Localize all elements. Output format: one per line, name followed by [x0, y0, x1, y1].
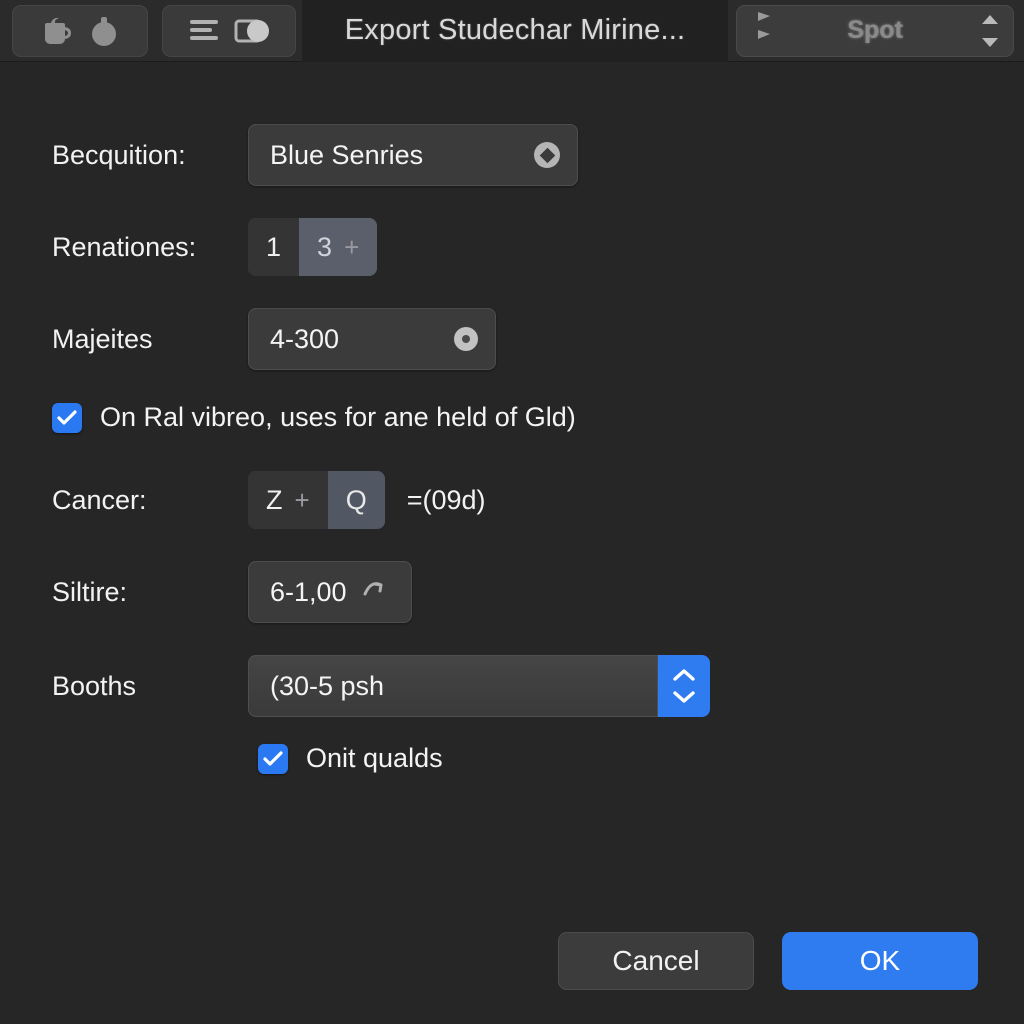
page-title: Export Studechar Mirine...: [344, 14, 686, 46]
segment-renationes-1[interactable]: 1: [248, 218, 300, 276]
toolbar-group-left[interactable]: [12, 4, 148, 57]
checkbox-vibreo[interactable]: [52, 402, 82, 433]
label-majeites: Majeites: [52, 323, 153, 354]
form-row-renationes: Renationes: 1 3 +: [0, 218, 1024, 276]
checkbox-row-qualds[interactable]: Onit qualds: [0, 743, 1024, 774]
form-row-becquition: Becquition: Blue Senries: [0, 124, 1024, 186]
checkbox-qualds-label: Onit qualds: [306, 743, 443, 773]
dialog-footer: Cancel OK: [0, 870, 1024, 990]
list-lines-icon[interactable]: [188, 17, 220, 45]
label-siltire: Siltire:: [52, 576, 128, 607]
flag-marker-icon: [754, 8, 776, 53]
chevron-up-icon: [673, 669, 695, 681]
label-becquition: Becquition:: [52, 139, 186, 170]
form-row-majeites: Majeites 4-300: [0, 308, 1024, 370]
checkbox-vibreo-label: On Ral vibreo, uses for ane held of Gld): [100, 402, 576, 432]
toolbar-spot-stepper[interactable]: Spot: [736, 4, 1014, 57]
label-renationes: Renationes:: [52, 231, 197, 262]
segment-label: 1: [266, 231, 282, 262]
plus-icon: +: [294, 484, 310, 515]
toolbar-spot-label: Spot: [847, 16, 903, 44]
segment-renationes-2[interactable]: 3 +: [299, 218, 378, 276]
booths-value: (30-5 psh: [270, 670, 385, 701]
disclosure-diamond-icon[interactable]: [534, 142, 560, 168]
toolbar-group-view[interactable]: [162, 4, 296, 57]
becquition-dropdown[interactable]: Blue Senries: [248, 124, 578, 186]
segment-label: 3: [317, 231, 333, 262]
caret-up-icon[interactable]: [982, 14, 998, 24]
form-row-siltire: Siltire: 6-1,00: [0, 561, 1024, 623]
booths-stepper[interactable]: [658, 655, 710, 717]
cancel-button[interactable]: Cancel: [558, 932, 754, 990]
form-row-booths: Booths (30-5 psh: [0, 655, 1024, 717]
ok-button[interactable]: OK: [782, 932, 978, 990]
radio-dot-icon[interactable]: [454, 327, 478, 351]
dialog-button-bar: Cancel OK: [558, 932, 978, 990]
cancer-segmented-control[interactable]: Z + Q: [248, 471, 385, 529]
label-cancer: Cancer:: [52, 484, 147, 515]
majeites-dropdown[interactable]: 4-300: [248, 308, 496, 370]
booths-field-group[interactable]: (30-5 psh: [248, 655, 710, 717]
checkbox-row-vibreo[interactable]: On Ral vibreo, uses for ane held of Gld): [0, 402, 1024, 433]
cancer-suffix-text: =(09d): [406, 484, 486, 515]
window-titlebar: Export Studechar Mirine... Spot: [0, 0, 1024, 62]
segment-label: Q: [345, 484, 367, 515]
renationes-segmented-control[interactable]: 1 3 +: [248, 218, 378, 276]
curved-arrow-icon[interactable]: [361, 576, 387, 609]
becquition-value: Blue Senries: [270, 139, 424, 170]
contrast-toggle-icon[interactable]: [234, 17, 270, 45]
checkbox-qualds[interactable]: [258, 743, 288, 774]
segment-cancer-1[interactable]: Z +: [248, 471, 328, 529]
export-settings-form: Becquition: Blue Senries Renationes: 1 3…: [0, 62, 1024, 990]
toolbar-spot-arrows[interactable]: [982, 14, 998, 47]
plus-icon: +: [344, 231, 360, 262]
booths-input[interactable]: (30-5 psh: [248, 655, 658, 717]
caret-down-icon[interactable]: [982, 37, 998, 47]
siltire-dropdown[interactable]: 6-1,00: [248, 561, 412, 623]
chevron-down-icon: [673, 691, 695, 703]
segment-cancer-2[interactable]: Q: [327, 471, 385, 529]
window-title-plate: Export Studechar Mirine...: [302, 0, 728, 62]
siltire-value: 6-1,00: [270, 576, 347, 607]
segment-label: Z: [266, 484, 283, 515]
form-row-cancer: Cancer: Z + Q =(09d): [0, 471, 1024, 529]
balloon-icon[interactable]: [89, 13, 119, 49]
label-booths: Booths: [52, 670, 137, 701]
pitcher-icon[interactable]: [41, 13, 75, 49]
majeites-value: 4-300: [270, 323, 340, 354]
